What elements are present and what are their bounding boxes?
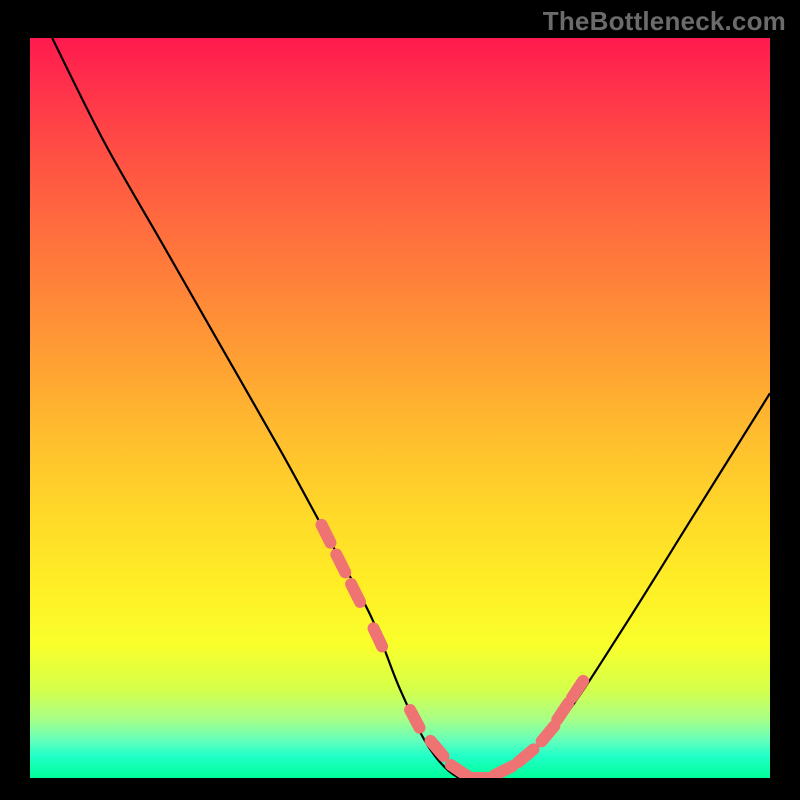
highlight-dot xyxy=(542,726,555,741)
highlight-dot xyxy=(322,525,331,543)
watermark-text: TheBottleneck.com xyxy=(543,6,786,37)
highlight-dot xyxy=(557,703,568,720)
highlight-dot xyxy=(495,766,513,775)
marker-group xyxy=(322,525,584,778)
chart-frame: TheBottleneck.com xyxy=(0,0,800,800)
bottleneck-curve xyxy=(52,38,770,778)
plot-area xyxy=(30,38,770,778)
curve-svg xyxy=(30,38,770,778)
highlight-dot xyxy=(351,584,360,602)
highlight-dot xyxy=(336,554,345,572)
highlight-dot xyxy=(410,710,419,728)
highlight-dot xyxy=(518,749,533,762)
highlight-dot xyxy=(374,628,383,646)
highlight-dot xyxy=(572,681,583,698)
